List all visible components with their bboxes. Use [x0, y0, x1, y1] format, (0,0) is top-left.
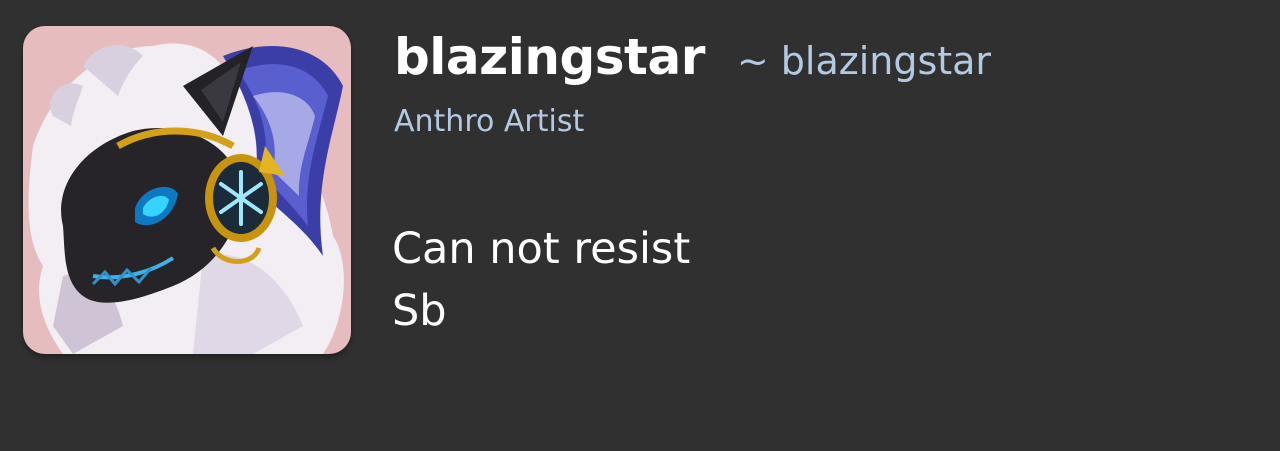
- profile-name-row: blazingstar ~ blazingstar: [394, 28, 991, 86]
- bio-line: Sb: [392, 286, 447, 336]
- user-avatar[interactable]: [23, 26, 351, 354]
- display-name[interactable]: blazingstar: [394, 28, 705, 86]
- user-title: Anthro Artist: [394, 104, 585, 139]
- avatar-portrait-image: [23, 26, 351, 354]
- username-link[interactable]: ~ blazingstar: [737, 39, 991, 83]
- bio-line: Can not resist: [392, 224, 691, 274]
- profile-bio: Can not resist Sb: [392, 218, 690, 342]
- user-profile-card: blazingstar ~ blazingstar Anthro Artist …: [0, 0, 1280, 451]
